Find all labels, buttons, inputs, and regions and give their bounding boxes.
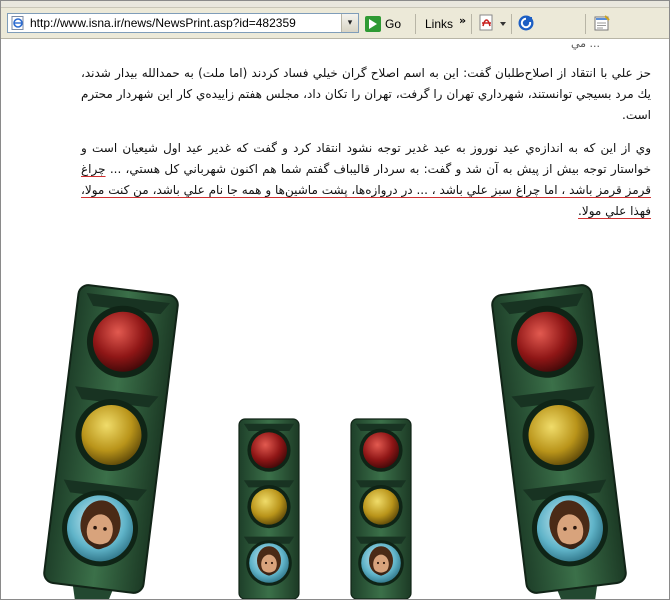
go-label: Go: [385, 17, 402, 31]
traffic-light-icon: [490, 283, 632, 599]
pdf-icon[interactable]: [478, 14, 496, 32]
go-button[interactable]: Go: [365, 14, 401, 34]
notes-icon[interactable]: [593, 14, 611, 32]
menu-strip: [1, 1, 669, 8]
clipped-text-line: ... مي: [571, 37, 601, 50]
browser-window: http://www.isna.ir/news/NewsPrint.asp?id…: [0, 0, 670, 600]
links-chevron-icon[interactable]: »: [459, 14, 466, 27]
traffic-light-icon: [238, 418, 300, 599]
links-button[interactable]: Links: [425, 17, 453, 31]
news-article: حز علي با انتقاد از اصلاح‌طلبان گفت: اين…: [81, 63, 651, 234]
article-paragraph-1: حز علي با انتقاد از اصلاح‌طلبان گفت: اين…: [81, 66, 651, 122]
toolbar-separator: [415, 14, 416, 34]
toolbar-separator: [471, 14, 472, 34]
article-paragraph-2: وي از اين كه به اندازه‌ي عيد نوروز به عي…: [81, 138, 651, 222]
paragraph-2-text: وي از اين كه به اندازه‌ي عيد نوروز به عي…: [81, 141, 651, 176]
address-url: http://www.isna.ir/news/NewsPrint.asp?id…: [30, 16, 296, 30]
address-dropdown-button[interactable]: ▾: [341, 14, 358, 32]
toolbar-separator: [585, 14, 586, 34]
ie-page-icon: [11, 16, 24, 30]
toolbar-separator: [511, 14, 512, 34]
dropdown-arrow-icon[interactable]: [498, 14, 508, 32]
address-input[interactable]: http://www.isna.ir/news/NewsPrint.asp?id…: [7, 13, 359, 33]
address-toolbar: http://www.isna.ir/news/NewsPrint.asp?id…: [1, 8, 669, 39]
traffic-light-icon: [350, 418, 412, 599]
circle-logo-icon[interactable]: [517, 14, 535, 32]
traffic-light-icon: [38, 283, 180, 599]
go-arrow-icon: [365, 16, 381, 32]
traffic-lights-illustration: [38, 283, 632, 599]
chevron-down-icon: ▾: [347, 18, 353, 28]
